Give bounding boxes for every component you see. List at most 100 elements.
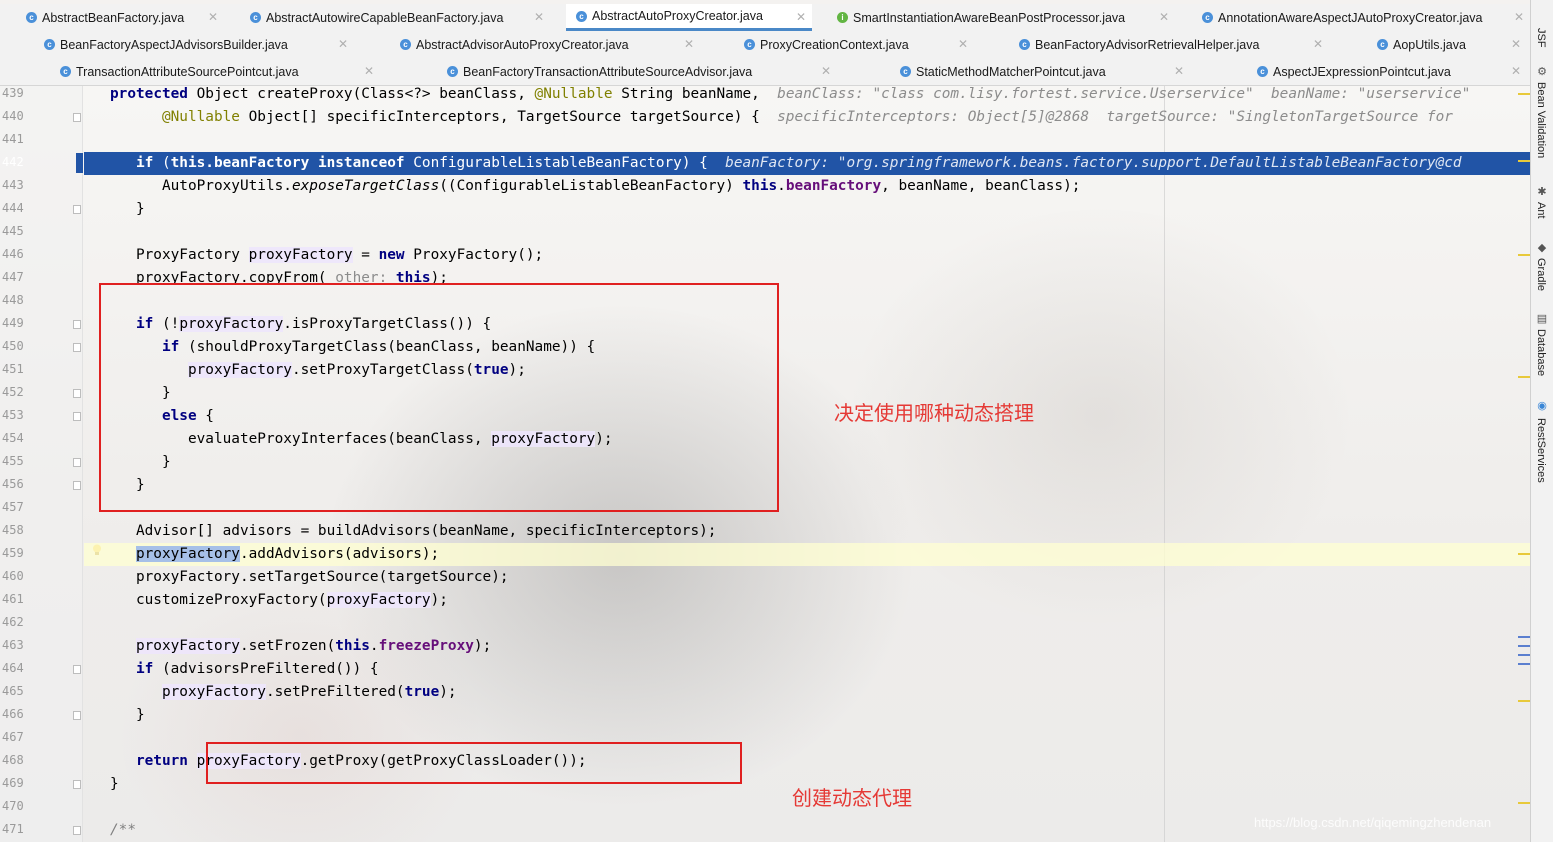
fold-marker[interactable] bbox=[73, 780, 81, 789]
database-icon: ▤ bbox=[1536, 313, 1548, 325]
fold-marker[interactable] bbox=[73, 412, 81, 421]
code-text: ); bbox=[439, 684, 457, 700]
close-icon[interactable]: ✕ bbox=[1511, 64, 1521, 78]
tab-label: TransactionAttributeSourcePointcut.java bbox=[76, 64, 299, 79]
bean-validation-icon: ⚙ bbox=[1537, 66, 1547, 78]
fold-marker[interactable] bbox=[73, 205, 81, 214]
close-icon[interactable]: ✕ bbox=[338, 37, 348, 51]
class-icon: c bbox=[400, 39, 411, 50]
code-line-464[interactable]: if (advisorsPreFiltered()) { bbox=[84, 658, 1530, 681]
tab-smart-instantiation-aware-bpp[interactable]: i SmartInstantiationAwareBeanPostProcesso… bbox=[837, 4, 1175, 31]
tab-static-method-matcher-pointcut[interactable]: c StaticMethodMatcherPointcut.java ✕ bbox=[900, 58, 1190, 85]
tab-aspectj-expression-pointcut[interactable]: c AspectJExpressionPointcut.java ✕ bbox=[1257, 58, 1527, 85]
keyword: protected bbox=[110, 86, 188, 102]
breakpoint-marker[interactable] bbox=[76, 153, 83, 173]
close-icon[interactable]: ✕ bbox=[684, 37, 694, 51]
code-line-443[interactable]: AutoProxyUtils.exposeTargetClass((Config… bbox=[84, 175, 1530, 198]
tool-window-jsf[interactable]: JSF bbox=[1535, 28, 1547, 48]
comment: /** bbox=[110, 822, 136, 838]
tab-aop-utils[interactable]: c AopUtils.java ✕ bbox=[1377, 31, 1527, 58]
code-line-444[interactable]: } bbox=[84, 198, 1530, 221]
tool-window-rest-services[interactable]: RestServices bbox=[1535, 418, 1547, 483]
editor-tab-row-3: c TransactionAttributeSourcePointcut.java… bbox=[0, 58, 1530, 86]
close-icon[interactable]: ✕ bbox=[796, 10, 806, 24]
fold-marker[interactable] bbox=[73, 113, 81, 122]
code-line-463[interactable]: proxyFactory.setFrozen(this.freezeProxy)… bbox=[84, 635, 1530, 658]
line-number: 467 bbox=[2, 730, 24, 744]
class-icon: c bbox=[26, 12, 37, 23]
close-icon[interactable]: ✕ bbox=[1174, 64, 1184, 78]
keyword: new bbox=[378, 247, 405, 263]
tab-label: StaticMethodMatcherPointcut.java bbox=[916, 64, 1106, 79]
annotation-box-proxy-choice bbox=[99, 283, 779, 512]
code-text: ProxyFactory bbox=[135, 247, 249, 263]
class-icon: c bbox=[1202, 12, 1213, 23]
tool-window-gradle[interactable]: Gradle bbox=[1535, 258, 1547, 291]
tab-abstract-advisor-auto-proxy-creator[interactable]: c AbstractAdvisorAutoProxyCreator.java ✕ bbox=[400, 31, 700, 58]
variable: proxyFactory bbox=[135, 638, 240, 654]
code-line-465[interactable]: proxyFactory.setPreFiltered(true); bbox=[84, 681, 1530, 704]
line-number: 470 bbox=[2, 799, 24, 813]
code-text: } bbox=[110, 776, 119, 792]
line-number: 468 bbox=[2, 753, 24, 767]
code-line-440[interactable]: @Nullable Object[] specificInterceptors,… bbox=[84, 106, 1530, 129]
debug-inline-value: specificInterceptors: Object[5]@2868 tar… bbox=[777, 109, 1453, 125]
fold-marker[interactable] bbox=[73, 826, 81, 835]
tab-label: AopUtils.java bbox=[1393, 37, 1466, 52]
line-number: 445 bbox=[2, 224, 24, 238]
code-text: } bbox=[135, 201, 145, 217]
close-icon[interactable]: ✕ bbox=[1313, 37, 1323, 51]
code-text: .addAdvisors(advisors); bbox=[239, 546, 440, 562]
close-icon[interactable]: ✕ bbox=[1511, 37, 1521, 51]
tab-bean-factory-aspectj-advisors-builder[interactable]: c BeanFactoryAspectJAdvisorsBuilder.java ✕ bbox=[44, 31, 354, 58]
tab-proxy-creation-context[interactable]: c ProxyCreationContext.java ✕ bbox=[744, 31, 974, 58]
close-icon[interactable]: ✕ bbox=[534, 10, 544, 24]
tab-annotation-aware-aspectj-auto-proxy-creator[interactable]: c AnnotationAwareAspectJAutoProxyCreator.… bbox=[1202, 4, 1530, 31]
code-text: customizeProxyFactory( bbox=[135, 592, 327, 608]
close-icon[interactable]: ✕ bbox=[1159, 10, 1169, 24]
tab-abstract-bean-factory[interactable]: c AbstractBeanFactory.java ✕ bbox=[26, 4, 224, 31]
close-icon[interactable]: ✕ bbox=[208, 10, 218, 24]
close-icon[interactable]: ✕ bbox=[958, 37, 968, 51]
line-number: 459 bbox=[2, 546, 24, 560]
line-number: 444 bbox=[2, 201, 24, 215]
code-line-446[interactable]: ProxyFactory proxyFactory = new ProxyFac… bbox=[84, 244, 1530, 267]
fold-marker[interactable] bbox=[73, 458, 81, 467]
tab-transaction-attribute-source-pointcut[interactable]: c TransactionAttributeSourcePointcut.java… bbox=[60, 58, 380, 85]
fold-marker[interactable] bbox=[73, 481, 81, 490]
close-icon[interactable]: ✕ bbox=[821, 64, 831, 78]
code-text: ConfigurableListableBeanFactory) { bbox=[404, 155, 726, 171]
fold-marker[interactable] bbox=[73, 711, 81, 720]
code-line-466[interactable]: } bbox=[84, 704, 1530, 727]
code-line-460[interactable]: proxyFactory.setTargetSource(targetSourc… bbox=[84, 566, 1530, 589]
class-icon: c bbox=[44, 39, 55, 50]
code-line-461[interactable]: customizeProxyFactory(proxyFactory); bbox=[84, 589, 1530, 612]
code-text: .setPreFiltered( bbox=[265, 684, 405, 700]
tool-window-database[interactable]: Database bbox=[1535, 329, 1547, 376]
line-number: 460 bbox=[2, 569, 24, 583]
tool-window-bean-validation[interactable]: Bean Validation bbox=[1535, 82, 1547, 158]
tab-abstract-autowire-capable-bean-factory[interactable]: c AbstractAutowireCapableBeanFactory.java… bbox=[250, 4, 550, 31]
code-line-442-breakpoint[interactable]: if (this.beanFactory instanceof Configur… bbox=[84, 152, 1530, 175]
tab-bean-factory-transaction-attribute-source-advisor[interactable]: c BeanFactoryTransactionAttributeSourceAd… bbox=[447, 58, 837, 85]
code-text: Object createProxy(Class<?> beanClass, bbox=[187, 86, 535, 102]
tool-window-ant[interactable]: Ant bbox=[1535, 202, 1547, 219]
tab-abstract-auto-proxy-creator[interactable]: c AbstractAutoProxyCreator.java ✕ bbox=[566, 4, 812, 31]
line-number: 443 bbox=[2, 178, 24, 192]
fold-marker[interactable] bbox=[73, 343, 81, 352]
fold-marker[interactable] bbox=[73, 320, 81, 329]
fold-marker[interactable] bbox=[73, 665, 81, 674]
fold-marker[interactable] bbox=[73, 389, 81, 398]
close-icon[interactable]: ✕ bbox=[1514, 10, 1524, 24]
code-line-459-current[interactable]: proxyFactory.addAdvisors(advisors); bbox=[84, 543, 1530, 566]
close-icon[interactable]: ✕ bbox=[364, 64, 374, 78]
tab-label: BeanFactoryAspectJAdvisorsBuilder.java bbox=[60, 37, 288, 52]
code-line-439[interactable]: protected Object createProxy(Class<?> be… bbox=[84, 83, 1530, 106]
keyword: return bbox=[135, 753, 188, 769]
tab-bean-factory-advisor-retrieval-helper[interactable]: c BeanFactoryAdvisorRetrievalHelper.java ✕ bbox=[1019, 31, 1329, 58]
tab-label: AspectJExpressionPointcut.java bbox=[1273, 64, 1451, 79]
annotation: @Nullable bbox=[161, 109, 240, 125]
tab-label: BeanFactoryTransactionAttributeSourceAdv… bbox=[463, 64, 753, 79]
code-line-458[interactable]: Advisor[] advisors = buildAdvisors(beanN… bbox=[84, 520, 1530, 543]
line-number: 462 bbox=[2, 615, 24, 629]
